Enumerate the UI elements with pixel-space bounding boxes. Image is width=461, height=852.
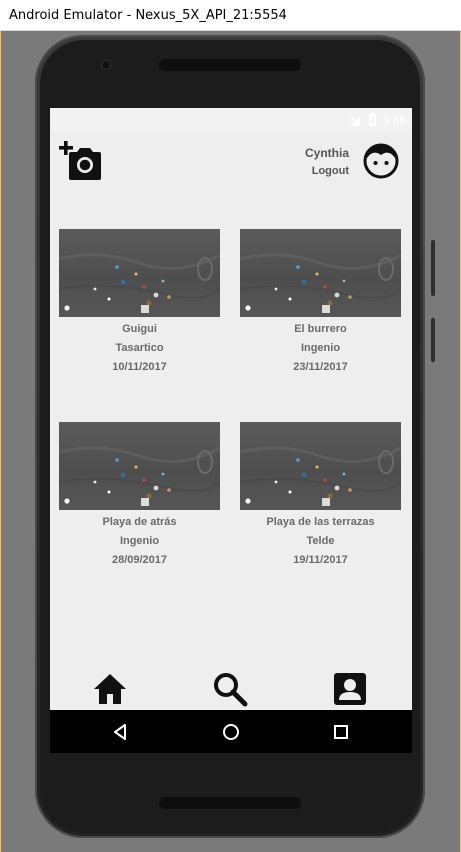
emulator-titlebar[interactable]: Android Emulator - Nexus_5X_API_21:5554 — [0, 0, 461, 31]
window-border-left — [0, 31, 1, 852]
beach-date: 10/11/2017 — [112, 361, 167, 373]
beach-photo — [59, 422, 220, 510]
app-header: Cynthia Logout — [50, 132, 412, 202]
status-time: 8:46 — [382, 112, 406, 127]
top-speaker — [159, 59, 301, 71]
recents-icon[interactable] — [330, 721, 352, 743]
back-icon[interactable] — [110, 721, 132, 743]
contact-icon[interactable] — [332, 671, 368, 707]
beach-card[interactable]: El burrero Ingenio 23/11/2017 — [240, 229, 401, 377]
android-navigation-bar — [50, 710, 412, 753]
beach-card[interactable]: Playa de las terrazas Telde 19/11/2017 — [240, 422, 401, 570]
front-camera — [101, 60, 111, 70]
battery-icon — [368, 112, 376, 126]
beach-name: El burrero — [294, 323, 347, 335]
status-bar: 8:46 — [50, 108, 412, 132]
window-title: Android Emulator - Nexus_5X_API_21:5554 — [9, 8, 287, 23]
beach-name: Guigui — [122, 323, 157, 335]
home-icon[interactable] — [92, 671, 128, 707]
beach-photo — [240, 229, 401, 317]
beach-card[interactable]: Playa de atrás Ingenio 28/09/2017 — [59, 422, 220, 570]
power-button[interactable] — [431, 240, 435, 296]
beach-place: Ingenio — [300, 342, 341, 354]
logout-link[interactable]: Logout — [312, 165, 349, 177]
avatar-icon[interactable] — [363, 143, 399, 179]
home-circle-icon[interactable] — [220, 721, 242, 743]
beach-photo — [240, 422, 401, 510]
bottom-speaker — [159, 797, 301, 809]
beach-date: 28/09/2017 — [111, 554, 168, 566]
volume-button[interactable] — [431, 318, 435, 362]
add-photo-icon[interactable] — [59, 141, 101, 181]
beach-date: 19/11/2017 — [293, 554, 348, 566]
beach-name: Playa de las terrazas — [266, 516, 375, 528]
app-screen: 8:46 Cynthia Logout Guigui Tasartico 10/… — [50, 108, 412, 753]
signal-off-icon — [349, 115, 361, 126]
user-name: Cynthia — [304, 146, 349, 160]
beach-place: Ingenio — [119, 535, 160, 547]
search-icon[interactable] — [212, 671, 248, 707]
beach-place: Telde — [306, 535, 335, 547]
beach-name: Playa de atrás — [102, 516, 177, 528]
beach-place: Tasartico — [115, 342, 164, 354]
bottom-navigation — [50, 664, 412, 710]
beach-card[interactable]: Guigui Tasartico 10/11/2017 — [59, 229, 220, 377]
beach-photo — [59, 229, 220, 317]
beach-date: 23/11/2017 — [293, 361, 348, 373]
